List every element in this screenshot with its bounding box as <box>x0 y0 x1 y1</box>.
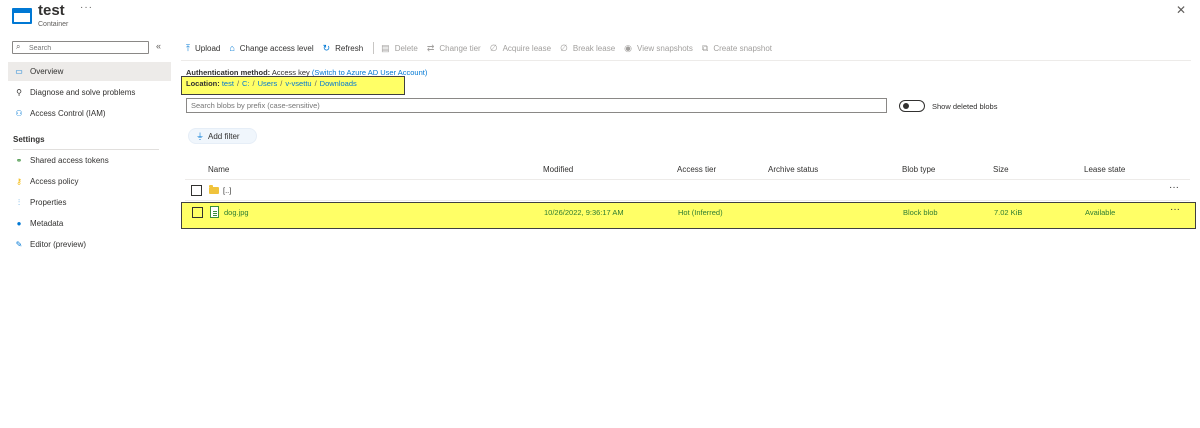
sidebar-item-diagnose[interactable]: ⚲ Diagnose and solve problems <box>8 83 171 102</box>
sidebar-search-input[interactable] <box>29 43 144 53</box>
sidebar-item-overview[interactable]: ▭ Overview <box>8 62 171 81</box>
location-label: Location: <box>186 79 220 88</box>
breadcrumb-separator: / <box>252 79 255 88</box>
swap-icon: ⇄ <box>426 42 435 53</box>
breadcrumb-item[interactable]: test <box>222 79 234 88</box>
sidebar-item-shared-access-tokens[interactable]: ⚭ Shared access tokens <box>8 151 171 170</box>
link-icon: ⚭ <box>15 156 23 165</box>
overview-icon: ▭ <box>15 67 23 76</box>
wrench-icon: ⚲ <box>16 88 22 97</box>
row-more-button[interactable]: ··· <box>1170 204 1180 215</box>
column-header-modified[interactable]: Modified <box>543 165 573 174</box>
sidebar-item-editor[interactable]: ✎ Editor (preview) <box>8 235 171 254</box>
close-button[interactable]: ✕ <box>1176 3 1186 17</box>
row-more-button[interactable]: ··· <box>1169 182 1179 193</box>
breadcrumb-separator: / <box>280 79 283 88</box>
breadcrumb-separator: / <box>314 79 317 88</box>
table-row[interactable]: [..] ··· <box>181 181 1196 201</box>
change-tier-button[interactable]: ⇄ Change tier <box>427 43 481 54</box>
row-name[interactable]: dog.jpg <box>224 208 249 217</box>
show-deleted-toggle[interactable] <box>899 100 925 112</box>
refresh-button[interactable]: ↻ Refresh <box>323 43 364 54</box>
sidebar-item-label: Properties <box>30 198 67 207</box>
filter-icon: ⏚ <box>196 131 204 141</box>
column-header-blob-type[interactable]: Blob type <box>902 165 935 174</box>
page-header: test ··· Container ✕ <box>0 0 1200 36</box>
sidebar-item-label: Overview <box>30 67 64 76</box>
snapshot-icon: ⧉ <box>701 42 709 53</box>
column-header-name[interactable]: Name <box>208 165 229 174</box>
table-row[interactable]: dog.jpg 10/26/2022, 9:36:17 AM Hot (Infe… <box>181 202 1196 229</box>
blob-search[interactable] <box>186 98 887 113</box>
sidebar-item-iam[interactable]: ⚇ Access Control (IAM) <box>8 104 171 123</box>
break-lease-button[interactable]: ∅ Break lease <box>560 43 615 54</box>
blob-search-input[interactable] <box>191 99 881 111</box>
sidebar-item-access-policy[interactable]: ⚷ Access policy <box>8 172 171 191</box>
sidebar-search[interactable]: ⌕ <box>12 41 149 54</box>
sidebar-item-label: Editor (preview) <box>30 240 87 249</box>
column-header-archive-status[interactable]: Archive status <box>768 165 818 174</box>
toolbar: ⤒ Upload ⌂ Change access level ↻ Refresh… <box>186 40 781 56</box>
delete-button[interactable]: ▤ Delete <box>381 43 418 54</box>
table-header-divider <box>185 179 1190 180</box>
page-title: test <box>38 2 65 19</box>
sidebar-item-metadata[interactable]: ● Metadata <box>8 214 171 233</box>
pencil-icon: ✎ <box>15 240 23 249</box>
sidebar-item-properties[interactable]: ⫶ Properties <box>8 193 171 212</box>
settings-section-title: Settings <box>13 135 45 144</box>
broken-link-icon: ∅ <box>560 42 568 53</box>
row-modified: 10/26/2022, 9:36:17 AM <box>544 208 624 217</box>
people-icon: ⚇ <box>15 109 23 118</box>
location-breadcrumb: Location: test / C: / Users / v-vsettu / Downloa… <box>186 79 357 88</box>
container-icon <box>12 8 32 24</box>
change-access-level-button[interactable]: ⌂ Change access level <box>229 43 313 53</box>
column-header-access-tier[interactable]: Access tier <box>677 165 716 174</box>
info-icon: ● <box>16 219 22 228</box>
row-access-tier: Hot (Inferred) <box>678 208 723 217</box>
page-subtitle: Container <box>38 21 69 28</box>
upload-button[interactable]: ⤒ Upload <box>186 43 220 54</box>
row-size: 7.02 KiB <box>994 208 1023 217</box>
toolbar-separator <box>373 42 375 54</box>
row-lease-state: Available <box>1085 208 1116 217</box>
column-header-size[interactable]: Size <box>993 165 1009 174</box>
search-icon: ⌕ <box>16 42 21 51</box>
row-divider <box>185 200 1190 201</box>
toggle-knob <box>903 103 909 109</box>
trash-icon: ▤ <box>381 42 390 53</box>
link-icon: ∅ <box>489 42 498 53</box>
folder-icon <box>209 185 219 194</box>
lock-icon: ⌂ <box>229 43 235 53</box>
breadcrumb-separator: / <box>236 79 240 88</box>
refresh-icon: ↻ <box>322 42 331 53</box>
sidebar-item-label: Metadata <box>30 219 64 228</box>
breadcrumb-item[interactable]: C: <box>242 79 250 88</box>
breadcrumb-item[interactable]: Users <box>258 79 278 88</box>
section-divider <box>13 149 159 150</box>
key-icon: ⚷ <box>16 177 22 186</box>
sidebar-item-label: Diagnose and solve problems <box>30 88 136 97</box>
row-name[interactable]: [..] <box>223 186 231 195</box>
acquire-lease-button[interactable]: ∅ Acquire lease <box>490 43 551 54</box>
breadcrumb-item[interactable]: v-vsettu <box>285 79 311 88</box>
row-checkbox[interactable] <box>192 207 203 218</box>
view-snapshots-button[interactable]: ◉ View snapshots <box>624 43 693 54</box>
sidebar-item-label: Access policy <box>30 177 79 186</box>
show-deleted-label: Show deleted blobs <box>932 102 998 111</box>
column-header-lease-state[interactable]: Lease state <box>1084 165 1125 174</box>
sidebar-item-label: Shared access tokens <box>30 156 109 165</box>
eye-icon: ◉ <box>624 42 632 53</box>
sliders-icon: ⫶ <box>18 197 20 207</box>
upload-icon: ⤒ <box>186 42 190 53</box>
collapse-sidebar-button[interactable]: « <box>156 41 161 51</box>
create-snapshot-button[interactable]: ⧉ Create snapshot <box>702 43 772 54</box>
add-filter-button[interactable]: ⏚ Add filter <box>188 128 257 144</box>
row-checkbox[interactable] <box>191 185 202 196</box>
row-blob-type: Block blob <box>903 208 938 217</box>
sidebar-item-label: Access Control (IAM) <box>30 109 106 118</box>
file-icon <box>210 206 219 218</box>
toolbar-divider <box>181 60 1191 61</box>
more-options-button[interactable]: ··· <box>80 2 93 13</box>
breadcrumb-item[interactable]: Downloads <box>320 79 357 88</box>
